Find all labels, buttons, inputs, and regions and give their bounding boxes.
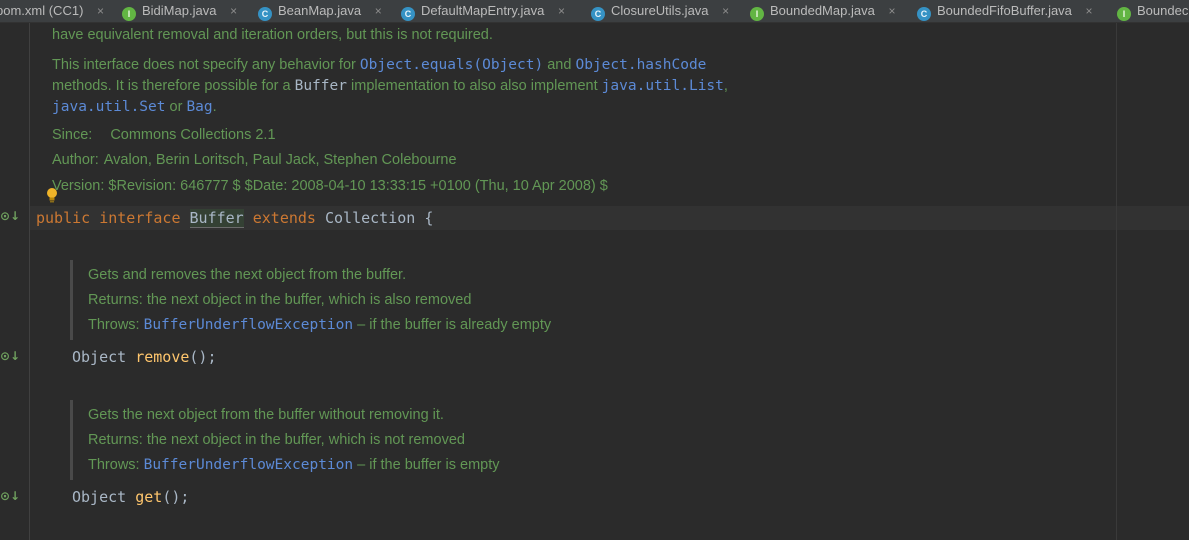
doc-version: Version: $Revision: 646777 $ $Date: 2008-…	[52, 178, 608, 194]
throws-desc: – if the buffer is already empty	[353, 317, 552, 333]
return-type[interactable]: Object	[72, 348, 126, 366]
author-label: Author:	[52, 152, 99, 168]
version-label: Version:	[52, 178, 105, 194]
doc-throws: Throws: BufferUnderflowException – if th…	[88, 457, 500, 473]
since-value: Commons Collections 2.1	[110, 127, 276, 143]
doc-code-link[interactable]: Object.equals(Object)	[360, 57, 543, 73]
tab-bounded-partial[interactable]: I Boundec	[1117, 0, 1188, 22]
doc-summary: Gets and removes the next object from th…	[88, 267, 407, 283]
doc-returns: Returns: the next object in the buffer, …	[88, 292, 472, 308]
doc-block-bar	[70, 400, 73, 480]
tab-label: Boundec	[1137, 3, 1189, 18]
interface-declaration: public interface Buffer extends Collecti…	[36, 209, 434, 228]
interface-icon: I	[750, 7, 764, 21]
doc-line: methods. It is therefore possible for a …	[52, 78, 728, 94]
keyword: interface	[99, 209, 181, 227]
throws-desc: – if the buffer is empty	[353, 457, 500, 473]
tab-defaultmapentry[interactable]: C DefaultMapEntry.java ×	[401, 0, 565, 22]
gutter-separator	[29, 23, 30, 540]
class-icon: C	[591, 7, 605, 21]
tab-label: BidiMap.java	[142, 3, 217, 18]
doc-since: Since: Commons Collections 2.1	[52, 127, 276, 143]
tab-label: BeanMap.java	[278, 3, 362, 18]
implemented-gutter-icon[interactable]: ⊙↓	[0, 209, 20, 223]
author-value: Avalon, Berin Loritsch, Paul Jack, Steph…	[103, 152, 457, 168]
tab-boundedfifobuffer[interactable]: C BoundedFifoBuffer.java ×	[917, 0, 1093, 22]
close-icon[interactable]: ×	[722, 4, 729, 18]
method-params: ();	[162, 488, 190, 506]
close-icon[interactable]: ×	[97, 4, 104, 18]
doc-block-bar	[70, 260, 73, 340]
doc-returns: Returns: the next object in the buffer, …	[88, 432, 465, 448]
doc-line: java.util.Set or Bag.	[52, 99, 217, 115]
keyword: extends	[252, 209, 316, 227]
method-remove: Object remove();	[72, 348, 217, 366]
tab-bidimap[interactable]: I BidiMap.java ×	[122, 0, 237, 22]
doc-code-link[interactable]: Bag	[186, 99, 212, 115]
keyword: public	[36, 209, 91, 227]
close-icon[interactable]: ×	[375, 4, 382, 18]
close-icon[interactable]: ×	[888, 4, 895, 18]
throws-label: Throws:	[88, 317, 144, 333]
implemented-gutter-icon[interactable]: ⊙↓	[0, 349, 20, 363]
version-value: $Revision: 646777 $ $Date: 2008-04-10 13…	[108, 178, 608, 194]
right-margin-guide	[1116, 23, 1117, 540]
doc-author: Author: Avalon, Berin Loritsch, Paul Jack…	[52, 152, 457, 168]
tab-label: BoundedFifoBuffer.java	[937, 3, 1072, 18]
class-icon: C	[401, 7, 415, 21]
tab-pom-xml[interactable]: pom.xml (CC1) ×	[0, 0, 104, 22]
doc-code-link[interactable]: Object.hashCode	[575, 57, 706, 73]
exception-link[interactable]: BufferUnderflowException	[144, 457, 354, 473]
doc-code-link[interactable]: java.util.Set	[52, 99, 166, 115]
exception-link[interactable]: BufferUnderflowException	[144, 317, 354, 333]
throws-label: Throws:	[88, 457, 144, 473]
method-get: Object get();	[72, 488, 189, 506]
brace: {	[424, 209, 434, 227]
close-icon[interactable]: ×	[558, 4, 565, 18]
doc-line: have equivalent removal and iteration or…	[52, 27, 493, 43]
parent-type[interactable]: Collection	[325, 209, 415, 227]
doc-text: .	[212, 99, 217, 115]
tab-closureutils[interactable]: C ClosureUtils.java ×	[591, 0, 729, 22]
doc-code: Buffer	[294, 78, 347, 94]
class-icon: C	[258, 7, 272, 21]
method-name[interactable]: remove	[135, 348, 189, 366]
tab-label: ClosureUtils.java	[611, 3, 709, 18]
tab-beanmap[interactable]: C BeanMap.java ×	[258, 0, 382, 22]
doc-text: This interface does not specify any beha…	[52, 57, 360, 73]
class-icon: C	[917, 7, 931, 21]
doc-text: methods. It is therefore possible for a	[52, 78, 295, 94]
interface-icon: I	[1117, 7, 1131, 21]
implemented-gutter-icon[interactable]: ⊙↓	[0, 489, 20, 503]
return-type[interactable]: Object	[72, 488, 126, 506]
interface-name[interactable]: Buffer	[189, 209, 244, 228]
tab-label: BoundedMap.java	[770, 3, 875, 18]
doc-text: and	[543, 57, 576, 73]
close-icon[interactable]: ×	[230, 4, 237, 18]
close-icon[interactable]: ×	[1086, 4, 1093, 18]
interface-icon: I	[122, 7, 136, 21]
doc-line: This interface does not specify any beha…	[52, 57, 706, 73]
doc-text: or	[165, 99, 187, 115]
since-label: Since:	[52, 127, 93, 143]
tab-label: pom.xml (CC1)	[0, 3, 84, 18]
code-editor[interactable]: have equivalent removal and iteration or…	[0, 23, 1189, 540]
doc-text: ,	[723, 78, 728, 94]
method-name[interactable]: get	[135, 488, 162, 506]
method-params: ();	[189, 348, 217, 366]
editor-tab-bar: pom.xml (CC1) × I BidiMap.java × C BeanMap…	[0, 0, 1189, 23]
tab-label: DefaultMapEntry.java	[421, 3, 545, 18]
lightbulb-icon[interactable]	[46, 187, 58, 203]
tab-boundedmap[interactable]: I BoundedMap.java ×	[750, 0, 895, 22]
doc-summary: Gets the next object from the buffer wit…	[88, 407, 444, 423]
doc-code-link[interactable]: java.util.List	[602, 78, 724, 94]
doc-throws: Throws: BufferUnderflowException – if th…	[88, 317, 551, 333]
doc-text: implementation to also also implement	[346, 78, 602, 94]
